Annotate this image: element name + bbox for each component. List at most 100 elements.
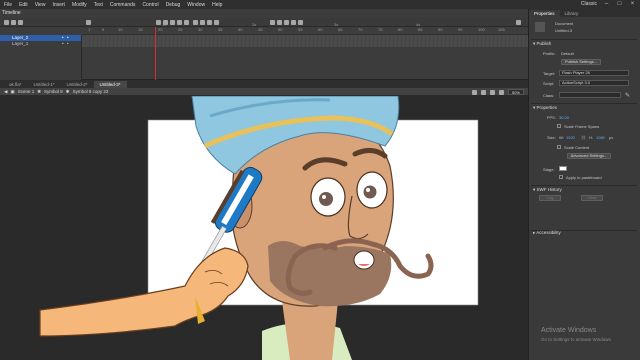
menu-commands[interactable]: Commands <box>110 2 136 8</box>
last-frame-icon[interactable] <box>184 20 189 25</box>
layer-list: Layer_2 • • Layer_1 • • <box>0 35 82 80</box>
layer-row[interactable]: Layer_1 • • <box>0 41 81 47</box>
tab-properties[interactable]: Properties <box>529 10 560 17</box>
menu-file[interactable]: File <box>4 2 12 8</box>
menu-window[interactable]: Window <box>187 2 205 8</box>
workspace-switcher[interactable]: Classic <box>581 1 597 7</box>
doc-type: Document <box>555 21 574 26</box>
scale-content-label: Scale Content <box>564 145 590 150</box>
ruler-tick: 90 <box>438 27 443 32</box>
blank-keyframe-icon[interactable] <box>291 20 296 25</box>
next-frame-icon[interactable] <box>177 20 182 25</box>
properties-section-label: Properties <box>536 105 558 110</box>
link-icon[interactable]: ⛓ <box>581 135 586 140</box>
publish-section-toggle[interactable]: ▾ Publish <box>533 41 551 47</box>
layer-name[interactable]: Layer_2 <box>12 35 28 40</box>
ruler-tick: 1 <box>88 27 91 32</box>
ruler-seconds: 1s <box>162 22 167 27</box>
breadcrumb-symbol[interactable]: Symbol 8 <box>44 89 63 94</box>
menu-edit[interactable]: Edit <box>19 2 28 8</box>
properties-section-toggle[interactable]: ▾ Properties <box>533 105 557 111</box>
size-unit: px <box>609 135 614 140</box>
clip-icon[interactable] <box>481 89 486 95</box>
onion-outline-icon[interactable] <box>207 20 212 25</box>
edit-multiple-icon[interactable] <box>214 20 219 25</box>
ruler-tick: 95 <box>458 27 463 32</box>
publish-section-label: Publish <box>536 41 552 46</box>
edit-scene-icon[interactable] <box>490 89 495 95</box>
target-select[interactable]: Flash Player 26 <box>559 70 629 76</box>
advanced-settings-button[interactable]: Advanced Settings... <box>567 153 611 159</box>
profile-value: Default <box>561 51 574 56</box>
timeline-toolbar <box>0 18 528 27</box>
scale-frame-spans-checkbox[interactable] <box>557 124 561 128</box>
loop-icon[interactable] <box>193 20 198 25</box>
new-layer-icon[interactable] <box>4 20 9 25</box>
document-tab[interactable]: ok.fla* <box>3 81 28 88</box>
width-value[interactable]: 1920 <box>566 135 575 140</box>
close-icon[interactable]: × <box>629 1 636 7</box>
menu-control[interactable]: Control <box>142 2 158 8</box>
maximize-icon[interactable]: □ <box>616 1 623 7</box>
size-label: Size: <box>547 135 556 140</box>
menu-view[interactable]: View <box>35 2 46 8</box>
menu-help[interactable]: Help <box>212 2 222 8</box>
layer-name[interactable]: Layer_1 <box>12 41 28 46</box>
frame-icon[interactable] <box>298 20 303 25</box>
clear-button[interactable]: Clear <box>581 195 603 201</box>
onion-skin-icon[interactable] <box>200 20 205 25</box>
profile-label: Profile: <box>543 51 556 56</box>
stage-color-swatch[interactable] <box>559 166 567 171</box>
pencil-icon[interactable]: ✎ <box>625 92 630 99</box>
timeline-tab[interactable]: Timeline <box>2 10 21 16</box>
breadcrumb-symbol[interactable]: Symbol 8 copy 22 <box>73 89 109 94</box>
apply-pasteboard-checkbox[interactable] <box>559 175 563 179</box>
back-arrow-icon[interactable]: ◀ <box>4 89 7 95</box>
document-tab-active[interactable]: Untitled-3* <box>93 81 127 88</box>
menu-modify[interactable]: Modify <box>72 2 87 8</box>
publish-settings-button[interactable]: Publish Settings... <box>561 59 601 65</box>
fps-label: FPS: <box>547 115 556 120</box>
menu-text[interactable]: Text <box>94 2 103 8</box>
center-stage-icon[interactable] <box>472 89 477 95</box>
accessibility-toggle[interactable]: ▸ Accessibility <box>533 230 561 236</box>
stage-area[interactable] <box>0 96 528 360</box>
swf-history-toggle[interactable]: ▾ SWF History <box>533 187 562 193</box>
playhead[interactable] <box>155 27 156 80</box>
menu-debug[interactable]: Debug <box>166 2 181 8</box>
menu-insert[interactable]: Insert <box>52 2 65 8</box>
insert-keyframe-icon[interactable] <box>284 20 289 25</box>
ruler-tick: 40 <box>238 27 243 32</box>
visibility-dot-icon[interactable]: • <box>62 41 64 47</box>
camera-icon[interactable] <box>86 20 91 25</box>
zoom-select[interactable]: 50% <box>508 89 524 95</box>
frame-grid[interactable] <box>82 35 528 47</box>
ruler-tick: 80 <box>398 27 403 32</box>
stage-label: Stage: <box>543 167 555 172</box>
ruler-tick: 10 <box>118 27 123 32</box>
play-icon[interactable] <box>170 20 175 25</box>
first-frame-icon[interactable] <box>156 20 161 25</box>
tab-library[interactable]: Library <box>560 10 584 17</box>
height-value[interactable]: 1080 <box>596 135 605 140</box>
delete-layer-icon[interactable] <box>18 20 23 25</box>
document-tab[interactable]: Untitled-1* <box>28 81 61 88</box>
minimize-icon[interactable]: – <box>603 1 610 7</box>
edit-symbol-icon[interactable] <box>499 89 504 95</box>
breadcrumb-scene[interactable]: Scene 1 <box>18 89 35 94</box>
scale-content-checkbox[interactable] <box>557 145 561 149</box>
lock-dot-icon[interactable]: • <box>67 41 69 47</box>
center-frame-icon[interactable] <box>270 20 275 25</box>
panel-menu-icon[interactable] <box>516 20 521 25</box>
tween-icon[interactable] <box>277 20 282 25</box>
script-select[interactable]: ActionScript 3.0 <box>559 80 629 86</box>
ruler-tick: 100 <box>478 27 485 32</box>
class-input[interactable] <box>559 92 621 98</box>
frame-ruler[interactable]: 1 5 10 15 20 25 30 35 40 45 50 55 60 65 … <box>82 22 528 35</box>
log-button[interactable]: Log <box>539 195 561 201</box>
fps-value[interactable]: 30.00 <box>559 115 569 120</box>
document-tab[interactable]: Untitled-2* <box>61 81 94 88</box>
new-folder-icon[interactable] <box>11 20 16 25</box>
artwork[interactable] <box>0 96 528 360</box>
activate-windows-subtitle: Go to Settings to activate Windows. <box>541 337 613 342</box>
